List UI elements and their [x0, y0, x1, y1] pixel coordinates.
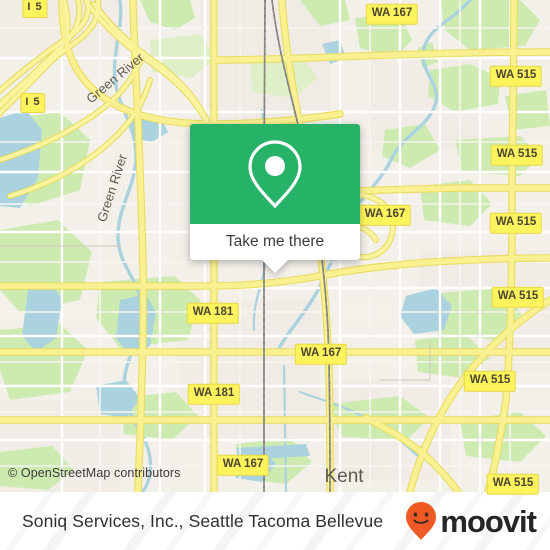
highway-shield: WA 181 [186, 302, 240, 324]
city-label: Kent [324, 466, 364, 487]
osm-attribution: © OpenStreetMap contributors [8, 466, 181, 480]
highway-shield: WA 181 [187, 383, 241, 405]
highway-shield: WA 515 [491, 286, 545, 308]
highway-shield: WA 515 [486, 473, 540, 495]
highway-shield: WA 515 [490, 144, 544, 166]
map-pin-icon [248, 140, 302, 209]
highway-shield: WA 515 [463, 370, 517, 392]
highway-shield: WA 515 [489, 212, 543, 234]
footer-bar: Soniq Services, Inc., Seattle Tacoma Bel… [0, 492, 550, 550]
popup-action-bar[interactable]: Take me there [190, 224, 360, 260]
highway-shield: WA 167 [294, 343, 348, 365]
popup-pointer-tail [262, 260, 288, 273]
moovit-smiley-pin-icon [406, 502, 437, 540]
highway-shield: WA 515 [489, 65, 543, 87]
highway-shield: I 5 [22, 0, 48, 18]
moovit-brand[interactable]: moovit [404, 492, 537, 550]
highway-shield: WA 167 [358, 204, 412, 226]
take-me-there-popup[interactable]: Take me there [190, 124, 360, 273]
highway-shield: WA 167 [365, 3, 419, 25]
highway-shield: I 5 [20, 93, 46, 113]
take-me-there-label: Take me there [225, 233, 325, 250]
popup-image-area [190, 124, 360, 224]
footer-place-title: Soniq Services, Inc., Seattle Tacoma Bel… [22, 510, 384, 531]
moovit-wordmark: moovit [440, 503, 537, 539]
highway-shield: WA 167 [216, 454, 270, 476]
moovit-map-screenshot: .pk{fill:#cdebb0;} .pk2{fill:#dff0c8;} .… [0, 0, 550, 550]
